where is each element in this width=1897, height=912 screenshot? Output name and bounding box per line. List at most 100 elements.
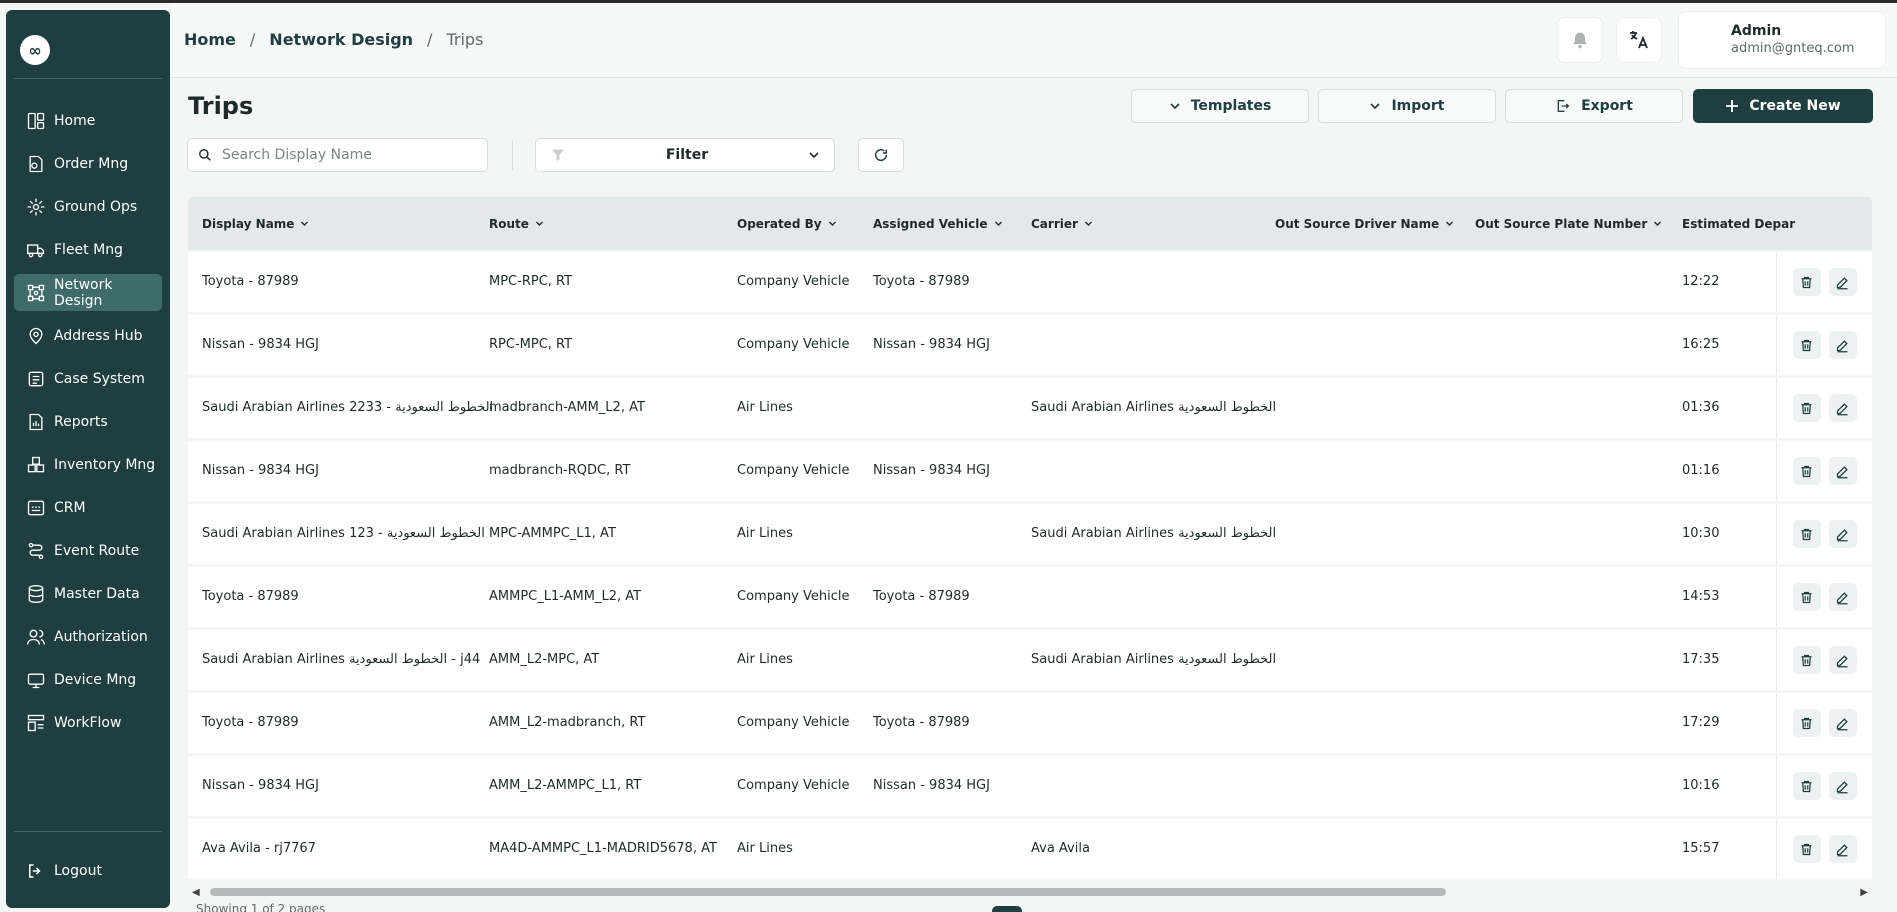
delete-button[interactable] <box>1792 331 1821 359</box>
sidebar-item-inventory-mng[interactable]: Inventory Mng <box>14 446 162 483</box>
cell-route: MPC-AMMPC_L1, AT <box>489 526 616 541</box>
table-row[interactable]: Saudi Arabian Airlines 123 - الخطوط السع… <box>188 504 1872 564</box>
table-row[interactable]: Nissan - 9834 HGJ AMM_L2-AMMPC_L1, RT Comp… <box>188 756 1872 816</box>
edit-button[interactable] <box>1828 772 1857 800</box>
edit-button[interactable] <box>1828 520 1857 548</box>
table-row[interactable]: Toyota - 87989 MPC-RPC, RT Company Vehicle… <box>188 252 1872 312</box>
create-new-button[interactable]: Create New <box>1693 89 1873 123</box>
sidebar-item-crm[interactable]: CRM <box>14 489 162 526</box>
cell-display-name: Toyota - 87989 <box>202 589 299 604</box>
sidebar-item-ground-ops[interactable]: Ground Ops <box>14 188 162 225</box>
horizontal-scrollbar[interactable]: ◀ ▶ <box>188 884 1872 900</box>
delete-button[interactable] <box>1792 772 1821 800</box>
sidebar-item-label: Reports <box>54 413 108 430</box>
edit-button[interactable] <box>1828 709 1857 737</box>
table-row[interactable]: Nissan - 9834 HGJ madbranch-RQDC, RT Compa… <box>188 441 1872 501</box>
column-header-operated-by[interactable]: Operated By <box>737 217 837 231</box>
sidebar-item-home[interactable]: Home <box>14 102 162 139</box>
sidebar-item-reports[interactable]: Reports <box>14 403 162 440</box>
scroll-right-arrow-icon[interactable]: ▶ <box>1860 887 1868 898</box>
filter-dropdown[interactable]: Filter <box>535 138 835 172</box>
sidebar-item-order-mng[interactable]: Order Mng <box>14 145 162 182</box>
edit-button[interactable] <box>1828 835 1857 863</box>
ground-ops-icon <box>27 198 45 215</box>
sidebar-item-label: Home <box>54 112 96 129</box>
delete-button[interactable] <box>1792 709 1821 737</box>
edit-button[interactable] <box>1828 646 1857 674</box>
table-row[interactable]: Ava Avila - rj7767 MA4D-AMMPC_L1-MADRID56… <box>188 819 1872 879</box>
refresh-button[interactable] <box>858 138 904 172</box>
sidebar-item-label: WorkFlow <box>54 714 122 731</box>
delete-button[interactable] <box>1792 457 1821 485</box>
sidebar-item-master-data[interactable]: Master Data <box>14 575 162 612</box>
column-header-route[interactable]: Route <box>489 217 544 231</box>
breadcrumb-network-design[interactable]: Network Design <box>269 30 413 49</box>
sidebar-item-label: Case System <box>54 370 145 387</box>
sidebar-item-fleet-mng[interactable]: Fleet Mng <box>14 231 162 268</box>
sidebar-item-label: Master Data <box>54 585 140 602</box>
cell-estimated-depar: 17:35 <box>1682 652 1720 667</box>
templates-button[interactable]: Templates <box>1131 89 1309 123</box>
sidebar-item-case-system[interactable]: Case System <box>14 360 162 397</box>
row-actions <box>1776 693 1872 753</box>
row-actions <box>1776 315 1872 375</box>
sidebar-item-label: Network Design <box>54 276 113 309</box>
sort-chevron-icon <box>994 217 1003 231</box>
pencil-icon <box>1836 465 1848 478</box>
delete-button[interactable] <box>1792 394 1821 422</box>
cell-display-name: Saudi Arabian Airlines الخطوط السعودية -… <box>202 652 481 667</box>
cell-assigned-vehicle: Toyota - 87989 <box>873 715 970 730</box>
table-row[interactable]: Toyota - 87989 AMMPC_L1-AMM_L2, AT Company… <box>188 567 1872 627</box>
delete-button[interactable] <box>1792 646 1821 674</box>
pagination-current-page[interactable] <box>992 906 1022 912</box>
logout-icon <box>29 864 41 878</box>
column-header-assigned-vehicle[interactable]: Assigned Vehicle <box>873 217 1003 231</box>
delete-button[interactable] <box>1792 583 1821 611</box>
table-row[interactable]: Saudi Arabian Airlines 2233 - الخطوط الس… <box>188 378 1872 438</box>
cell-estimated-depar: 15:57 <box>1682 841 1720 856</box>
delete-button[interactable] <box>1792 835 1821 863</box>
sidebar-item-network-design[interactable]: Network Design <box>14 274 162 311</box>
edit-button[interactable] <box>1828 331 1857 359</box>
delete-button[interactable] <box>1792 268 1821 296</box>
cell-operated-by: Company Vehicle <box>737 778 850 793</box>
sidebar-item-workflow[interactable]: WorkFlow <box>14 704 162 741</box>
edit-button[interactable] <box>1828 268 1857 296</box>
edit-button[interactable] <box>1828 394 1857 422</box>
notifications-button[interactable] <box>1557 17 1603 63</box>
sidebar-item-address-hub[interactable]: Address Hub <box>14 317 162 354</box>
column-header-out-source-driver-name[interactable]: Out Source Driver Name <box>1275 217 1454 231</box>
user-profile-menu[interactable]: Admin admin@gnteq.com <box>1678 11 1886 69</box>
column-header-estimated-depar[interactable]: Estimated Depar <box>1682 217 1795 231</box>
export-button[interactable]: Export <box>1505 89 1683 123</box>
scrollbar-thumb[interactable] <box>210 888 1446 896</box>
import-button[interactable]: Import <box>1318 89 1496 123</box>
cell-route: madbranch-AMM_L2, AT <box>489 400 645 415</box>
sidebar-item-authorization[interactable]: Authorization <box>14 618 162 655</box>
cell-route: AMM_L2-MPC, AT <box>489 652 600 667</box>
pencil-icon <box>1836 654 1848 667</box>
language-button[interactable] <box>1616 17 1662 63</box>
app-logo[interactable]: ∞ <box>20 35 50 65</box>
search-input[interactable] <box>222 147 472 163</box>
table-row[interactable]: Saudi Arabian Airlines الخطوط السعودية -… <box>188 630 1872 690</box>
table-row[interactable]: Toyota - 87989 AMM_L2-madbranch, RT Compan… <box>188 693 1872 753</box>
column-header-display-name[interactable]: Display Name <box>202 217 309 231</box>
sidebar-item-label: Authorization <box>54 628 148 645</box>
sidebar-item-event-route[interactable]: Event Route <box>14 532 162 569</box>
edit-button[interactable] <box>1828 583 1857 611</box>
edit-button[interactable] <box>1828 457 1857 485</box>
cell-display-name: Toyota - 87989 <box>202 274 299 289</box>
column-header-carrier[interactable]: Carrier <box>1031 217 1093 231</box>
sidebar-divider <box>14 831 162 832</box>
breadcrumb-home[interactable]: Home <box>184 30 236 49</box>
scroll-left-arrow-icon[interactable]: ◀ <box>192 887 200 898</box>
delete-button[interactable] <box>1792 520 1821 548</box>
filter-icon <box>552 149 564 161</box>
cell-estimated-depar: 10:30 <box>1682 526 1720 541</box>
column-header-label: Carrier <box>1031 217 1078 231</box>
table-row[interactable]: Nissan - 9834 HGJ RPC-MPC, RT Company Vehi… <box>188 315 1872 375</box>
logout-button[interactable]: Logout <box>26 862 102 880</box>
column-header-out-source-plate-number[interactable]: Out Source Plate Number <box>1475 217 1662 231</box>
sidebar-item-device-mng[interactable]: Device Mng <box>14 661 162 698</box>
